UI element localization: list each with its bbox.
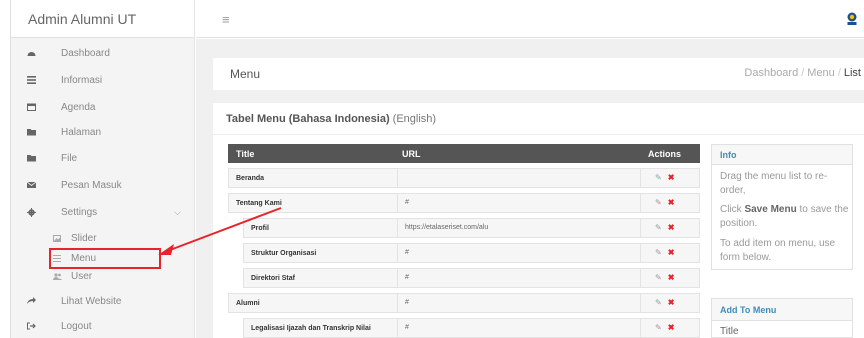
annotation-arrow xyxy=(158,207,282,255)
